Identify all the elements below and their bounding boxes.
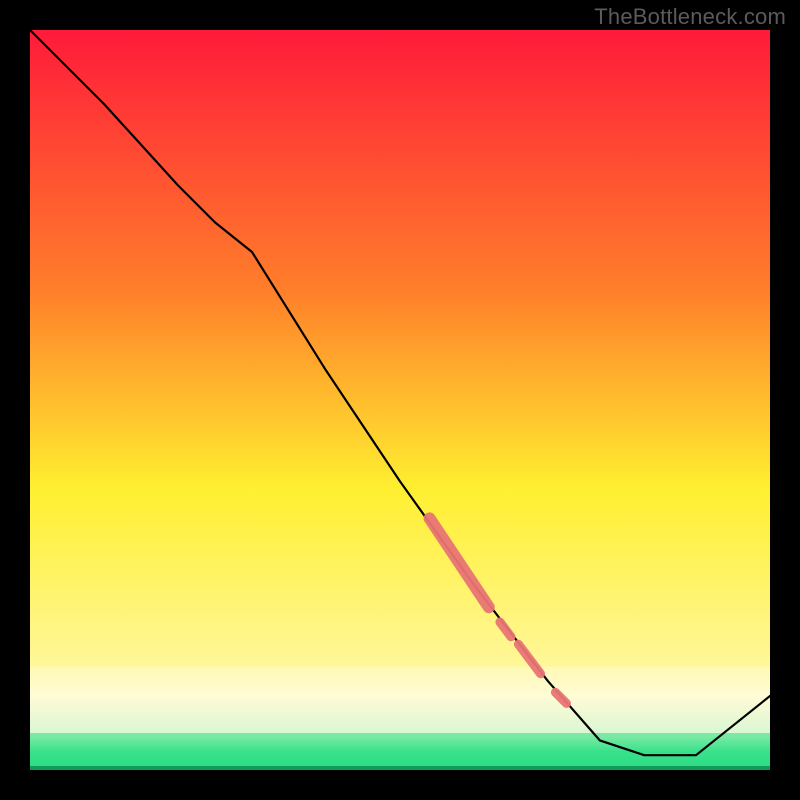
gradient-background	[30, 30, 770, 770]
watermark-text: TheBottleneck.com	[594, 4, 786, 30]
chart-frame: TheBottleneck.com	[0, 0, 800, 800]
bottom-mask	[30, 770, 770, 792]
plot-svg	[30, 30, 770, 770]
plot-stage	[30, 30, 770, 770]
pale-band	[30, 666, 770, 733]
green-band	[30, 733, 770, 770]
